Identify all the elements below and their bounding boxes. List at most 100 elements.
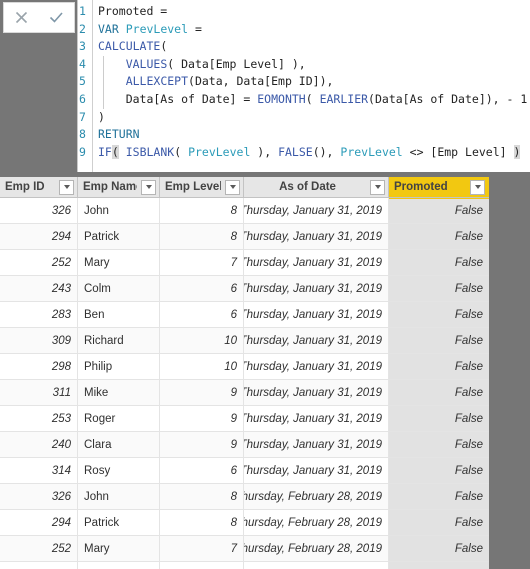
table-row[interactable]: 309 Richard 10 Thursday, January 31, 2019 Fa…	[0, 328, 489, 354]
table-row[interactable]: 252 Mary 7 Thursday, February 28, 2019 False	[0, 536, 489, 562]
column-header-promoted[interactable]: Promoted	[389, 177, 489, 197]
code-line[interactable]: 8 RETURN	[78, 126, 530, 144]
cell-emp-level[interactable]: 8	[160, 510, 244, 535]
cell-emp-level[interactable]: 6	[160, 458, 244, 483]
column-filter-dropdown-button[interactable]	[225, 179, 240, 195]
column-filter-dropdown-button[interactable]	[470, 179, 485, 195]
cell-emp-name[interactable]: Mike	[78, 380, 160, 405]
table-row[interactable]: 294 Patrick 8 Thursday, February 28, 2019 Fa…	[0, 510, 489, 536]
cell-emp-level[interactable]: 10	[160, 354, 244, 379]
cell-emp-id[interactable]: 294	[0, 510, 78, 535]
cell-promoted[interactable]: False	[389, 328, 489, 353]
cell-emp-id[interactable]: 240	[0, 432, 78, 457]
cell-emp-name[interactable]: Ben	[78, 302, 160, 327]
cell-emp-id[interactable]: 252	[0, 536, 78, 561]
table-row[interactable]: 326 John 8 Thursday, February 28, 2019 False	[0, 484, 489, 510]
cell-emp-level[interactable]: 8	[160, 224, 244, 249]
cell-as-of-date[interactable]: Thursday, January 31, 2019	[244, 458, 389, 483]
cell-as-of-date[interactable]: Thursday, January 31, 2019	[244, 224, 389, 249]
cell-as-of-date[interactable]: Thursday, January 31, 2019	[244, 380, 389, 405]
cell-promoted[interactable]: False	[389, 406, 489, 431]
cell-as-of-date[interactable]: Thursday, January 31, 2019	[244, 432, 389, 457]
cell-emp-name[interactable]: Colm	[78, 562, 160, 569]
cell-emp-level[interactable]: 8	[160, 198, 244, 223]
cell-promoted[interactable]: True	[389, 562, 489, 569]
cell-emp-level[interactable]: 5	[160, 562, 244, 569]
cell-emp-name[interactable]: Roger	[78, 406, 160, 431]
table-row[interactable]: 311 Mike 9 Thursday, January 31, 2019 False	[0, 380, 489, 406]
cell-as-of-date[interactable]: Thursday, February 28, 2019	[244, 536, 389, 561]
code-line[interactable]: 3 CALCULATE(	[78, 38, 530, 56]
cell-emp-name[interactable]: Philip	[78, 354, 160, 379]
cell-promoted[interactable]: False	[389, 302, 489, 327]
cell-emp-id[interactable]: 243	[0, 276, 78, 301]
cell-as-of-date[interactable]: Thursday, January 31, 2019	[244, 276, 389, 301]
cell-emp-name[interactable]: Richard	[78, 328, 160, 353]
cell-emp-id[interactable]: 314	[0, 458, 78, 483]
cell-emp-id[interactable]: 326	[0, 198, 78, 223]
table-row[interactable]: 294 Patrick 8 Thursday, January 31, 2019 Fal…	[0, 224, 489, 250]
column-filter-dropdown-button[interactable]	[59, 179, 74, 195]
cell-promoted[interactable]: False	[389, 198, 489, 223]
cell-emp-name[interactable]: Patrick	[78, 510, 160, 535]
cell-promoted[interactable]: False	[389, 432, 489, 457]
cell-emp-level[interactable]: 10	[160, 328, 244, 353]
cell-emp-level[interactable]: 6	[160, 302, 244, 327]
cell-emp-name[interactable]: Mary	[78, 536, 160, 561]
column-header-emp-id[interactable]: Emp ID	[0, 177, 78, 197]
cell-promoted[interactable]: False	[389, 276, 489, 301]
cell-as-of-date[interactable]: Thursday, January 31, 2019	[244, 406, 389, 431]
cell-emp-name[interactable]: John	[78, 198, 160, 223]
cell-emp-level[interactable]: 7	[160, 250, 244, 275]
cell-emp-name[interactable]: Rosy	[78, 458, 160, 483]
cell-promoted[interactable]: False	[389, 510, 489, 535]
dax-code-content[interactable]: 1 Promoted = 2 VAR PrevLevel = 3 CALCULATE(4 …	[78, 0, 530, 161]
cell-emp-name[interactable]: John	[78, 484, 160, 509]
code-line[interactable]: 2 VAR PrevLevel =	[78, 21, 530, 39]
code-line[interactable]: 1 Promoted =	[78, 3, 530, 21]
cell-emp-id[interactable]: 326	[0, 484, 78, 509]
cell-emp-level[interactable]: 8	[160, 484, 244, 509]
cell-promoted[interactable]: False	[389, 224, 489, 249]
cell-as-of-date[interactable]: Thursday, January 31, 2019	[244, 354, 389, 379]
cell-emp-id[interactable]: 243	[0, 562, 78, 569]
cell-emp-id[interactable]: 298	[0, 354, 78, 379]
cancel-formula-button[interactable]	[7, 4, 37, 31]
cell-emp-level[interactable]: 7	[160, 536, 244, 561]
cell-emp-name[interactable]: Colm	[78, 276, 160, 301]
cell-as-of-date[interactable]: Thursday, January 31, 2019	[244, 302, 389, 327]
column-header-emp-level[interactable]: Emp Level	[160, 177, 244, 197]
table-row[interactable]: 283 Ben 6 Thursday, January 31, 2019 False	[0, 302, 489, 328]
cell-promoted[interactable]: False	[389, 536, 489, 561]
cell-emp-level[interactable]: 9	[160, 380, 244, 405]
cell-emp-id[interactable]: 309	[0, 328, 78, 353]
cell-as-of-date[interactable]: Thursday, February 28, 2019	[244, 484, 389, 509]
cell-emp-name[interactable]: Patrick	[78, 224, 160, 249]
cell-emp-id[interactable]: 311	[0, 380, 78, 405]
cell-as-of-date[interactable]: Thursday, January 31, 2019	[244, 250, 389, 275]
cell-as-of-date[interactable]: Thursday, January 31, 2019	[244, 328, 389, 353]
code-line[interactable]: 4 VALUES( Data[Emp Level] ),	[78, 56, 530, 74]
code-line[interactable]: 5 ALLEXCEPT(Data, Data[Emp ID]),	[78, 73, 530, 91]
cell-as-of-date[interactable]: Thursday, February 28, 2019	[244, 562, 389, 569]
table-row[interactable]: 253 Roger 9 Thursday, January 31, 2019 False	[0, 406, 489, 432]
cell-emp-level[interactable]: 9	[160, 432, 244, 457]
cell-as-of-date[interactable]: Thursday, January 31, 2019	[244, 198, 389, 223]
table-row[interactable]: 243Colm5Thursday, February 28, 2019True	[0, 562, 489, 569]
column-filter-dropdown-button[interactable]	[370, 179, 385, 195]
cell-promoted[interactable]: False	[389, 250, 489, 275]
dax-formula-editor[interactable]: 1 Promoted = 2 VAR PrevLevel = 3 CALCULATE(4 …	[77, 0, 530, 172]
table-row[interactable]: 240 Clara 9 Thursday, January 31, 2019 False	[0, 432, 489, 458]
cell-emp-level[interactable]: 9	[160, 406, 244, 431]
code-line[interactable]: 7)	[78, 109, 530, 127]
table-row[interactable]: 252 Mary 7 Thursday, January 31, 2019 False	[0, 250, 489, 276]
cell-promoted[interactable]: False	[389, 484, 489, 509]
column-header-emp-name[interactable]: Emp Name	[78, 177, 160, 197]
cell-promoted[interactable]: False	[389, 380, 489, 405]
table-row[interactable]: 243 Colm 6 Thursday, January 31, 2019 False	[0, 276, 489, 302]
cell-emp-id[interactable]: 253	[0, 406, 78, 431]
commit-formula-button[interactable]	[42, 4, 72, 31]
cell-emp-id[interactable]: 294	[0, 224, 78, 249]
cell-emp-level[interactable]: 6	[160, 276, 244, 301]
cell-emp-name[interactable]: Mary	[78, 250, 160, 275]
